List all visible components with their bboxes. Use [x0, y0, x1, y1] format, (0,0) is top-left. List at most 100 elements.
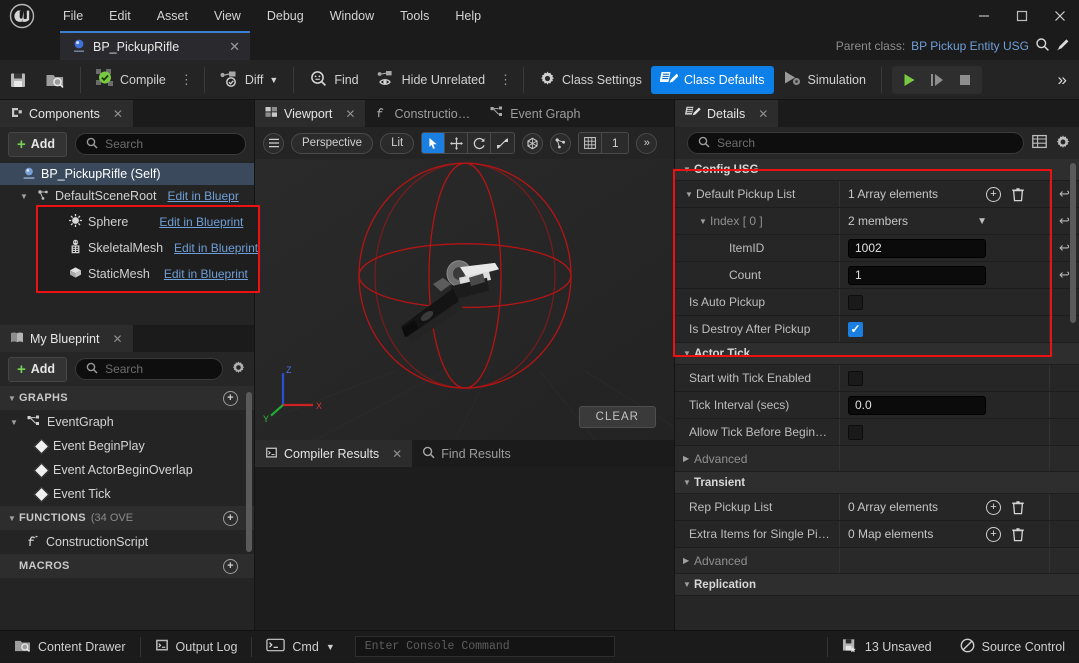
maximize-icon[interactable]	[1003, 0, 1041, 31]
close-icon[interactable]: ✕	[758, 107, 768, 121]
grid-snap-value[interactable]: 1	[602, 133, 628, 153]
magnifier-icon[interactable]	[1035, 37, 1050, 55]
add-component-button[interactable]: + Add	[8, 131, 68, 157]
my-blueprint-search-input[interactable]: Search	[75, 358, 223, 380]
tab-event-graph[interactable]: Event Graph	[480, 100, 590, 127]
scale-gizmo-icon[interactable]	[491, 133, 514, 153]
scrollbar[interactable]	[246, 392, 252, 552]
simulation-button[interactable]: Simulation	[774, 66, 875, 94]
move-gizmo-icon[interactable]	[445, 133, 469, 153]
trash-icon[interactable]	[1011, 500, 1025, 515]
circle-plus-icon[interactable]: +	[986, 186, 1001, 202]
asset-tab-bp-pickuprifle[interactable]: BP_PickupRifle ✕	[60, 31, 250, 60]
hide-unrelated-options-dots[interactable]: ⋮	[494, 72, 517, 88]
chevron-down-icon[interactable]: ▼	[699, 217, 710, 226]
rotate-gizmo-icon[interactable]	[468, 133, 492, 153]
itemid-input[interactable]: 1002	[848, 238, 986, 258]
source-control-button[interactable]: Source Control	[946, 631, 1079, 663]
section-header-graphs[interactable]: ▼ GRAPHS +	[0, 386, 254, 410]
menu-item-debug[interactable]: Debug	[254, 4, 317, 28]
category-transient[interactable]: ▼ Transient	[675, 472, 1079, 494]
clear-button[interactable]: CLEAR	[578, 406, 656, 428]
list-item[interactable]: Event BeginPlay	[0, 434, 254, 458]
class-defaults-button[interactable]: Class Defaults	[650, 65, 774, 94]
double-chevron-right-icon[interactable]: »	[1046, 70, 1079, 90]
edit-in-blueprint-link[interactable]: Edit in Blueprint	[125, 260, 209, 274]
list-item[interactable]: Event ActorBeginOverlap	[0, 458, 254, 482]
surface-snap-icon[interactable]	[550, 132, 572, 154]
chevron-down-icon[interactable]: ▼	[977, 216, 987, 227]
viewport-3d[interactable]: Z X Y CLEAR	[255, 159, 674, 440]
hamburger-icon[interactable]	[263, 132, 284, 154]
edit-in-blueprint-link[interactable]: Edit in Blueprint	[142, 236, 226, 250]
console-command-input[interactable]: Enter Console Command	[354, 636, 615, 657]
is-auto-pickup-checkbox[interactable]	[848, 294, 863, 310]
play-icon[interactable]	[895, 67, 923, 93]
category-replication[interactable]: ▼ Replication	[675, 574, 1079, 596]
section-header-macros[interactable]: MACROS +	[0, 554, 254, 578]
cmd-dropdown[interactable]: Cmd ▼	[252, 631, 348, 663]
edit-in-blueprint-link[interactable]: Edit in Blueprint	[121, 212, 205, 226]
camera-mode-dropdown[interactable]: Perspective	[291, 132, 374, 154]
is-destroy-after-pickup-checkbox[interactable]	[848, 321, 863, 337]
world-coordinate-icon[interactable]	[522, 132, 544, 154]
tab-components[interactable]: Components ✕	[0, 100, 133, 127]
property-row-advanced[interactable]: ▶ Advanced	[675, 548, 1079, 574]
tree-row[interactable]: BP_PickupRifle (Self)	[0, 163, 254, 185]
components-search-input[interactable]: Search	[75, 133, 246, 155]
menu-item-tools[interactable]: Tools	[387, 4, 442, 28]
close-icon[interactable]: ✕	[345, 107, 355, 121]
compile-button[interactable]: Compile	[87, 66, 175, 94]
browse-content-icon[interactable]	[36, 66, 74, 94]
circle-plus-icon[interactable]: +	[986, 499, 1001, 515]
edit-in-blueprint-link[interactable]: Edit in Bluepr	[167, 189, 238, 203]
close-icon[interactable]: ✕	[392, 447, 402, 461]
output-log-button[interactable]: Output Log	[141, 631, 252, 663]
grid-snap-icon[interactable]	[579, 133, 603, 153]
list-item[interactable]: Event Tick	[0, 482, 254, 506]
trash-icon[interactable]	[1011, 187, 1025, 202]
find-button[interactable]: Find	[300, 66, 367, 94]
category-config-usg[interactable]: ▼ Config USG	[675, 159, 1079, 181]
close-icon[interactable]	[1041, 0, 1079, 31]
tab-find-results[interactable]: Find Results	[412, 440, 520, 467]
menu-item-file[interactable]: File	[50, 4, 96, 28]
compiler-output-area[interactable]	[255, 467, 674, 630]
tree-row[interactable]: SkeletalMesh Edit in Blueprint	[0, 231, 254, 255]
chevron-right-icon[interactable]: ▶	[683, 556, 694, 565]
minimize-icon[interactable]	[965, 0, 1003, 31]
add-function-button[interactable]: +	[223, 510, 238, 526]
step-icon[interactable]	[923, 67, 951, 93]
add-blueprint-item-button[interactable]: + Add	[8, 356, 68, 382]
tree-row[interactable]: ▼ DefaultSceneRoot Edit in Bluepr	[0, 185, 254, 207]
trash-icon[interactable]	[1011, 527, 1025, 542]
column-layout-icon[interactable]	[1032, 134, 1047, 152]
tree-row[interactable]: Sphere Edit in Blueprint	[0, 207, 254, 231]
close-icon[interactable]: ✕	[112, 332, 122, 346]
start-with-tick-enabled-checkbox[interactable]	[848, 370, 863, 386]
tab-compiler-results[interactable]: Compiler Results ✕	[255, 440, 413, 467]
hide-unrelated-button[interactable]: Hide Unrelated	[368, 66, 494, 94]
gear-icon[interactable]	[231, 360, 246, 378]
scrollbar[interactable]	[1070, 163, 1076, 323]
allow-tick-before-begin-checkbox[interactable]	[848, 424, 863, 440]
details-search-input[interactable]: Search	[687, 132, 1024, 154]
menu-item-window[interactable]: Window	[317, 4, 387, 28]
list-item[interactable]: ConstructionScript	[0, 530, 254, 554]
tab-viewport[interactable]: Viewport ✕	[255, 100, 366, 127]
chevron-right-icon[interactable]: ▶	[683, 454, 694, 463]
category-actor-tick[interactable]: ▼ Actor Tick	[675, 343, 1079, 365]
compile-options-dots[interactable]: ⋮	[175, 72, 198, 88]
class-settings-button[interactable]: Class Settings	[530, 66, 651, 94]
circle-plus-icon[interactable]: +	[986, 526, 1001, 542]
menu-item-help[interactable]: Help	[442, 4, 494, 28]
unsaved-button[interactable]: 13 Unsaved	[828, 631, 946, 663]
property-row-advanced[interactable]: ▶ Advanced	[675, 446, 1079, 472]
content-drawer-button[interactable]: Content Drawer	[0, 631, 140, 663]
menu-item-view[interactable]: View	[201, 4, 254, 28]
save-button[interactable]	[0, 66, 36, 94]
tree-row[interactable]: StaticMesh Edit in Blueprint	[0, 255, 254, 279]
parent-class-value[interactable]: BP Pickup Entity USG	[911, 39, 1029, 53]
chevron-down-icon[interactable]: ▼	[20, 192, 31, 201]
tab-construction-script[interactable]: Constructio…	[365, 100, 480, 127]
